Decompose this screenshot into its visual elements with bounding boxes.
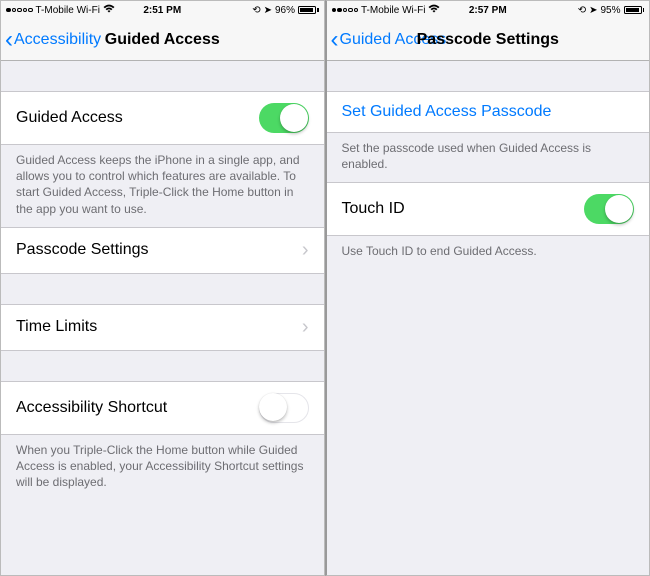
nav-bar: ‹ Guided Access Passcode Settings <box>327 19 650 61</box>
time-limits-label: Time Limits <box>16 318 97 336</box>
wifi-icon <box>428 4 440 16</box>
status-bar: T-Mobile Wi-Fi 2:51 PM ⟲ ➤ 96% <box>1 1 324 19</box>
battery-pct: 96% <box>275 5 295 16</box>
signal-dots-icon <box>6 8 33 13</box>
accessibility-shortcut-switch[interactable] <box>259 393 309 423</box>
content: Guided Access Guided Access keeps the iP… <box>1 61 324 575</box>
location-icon: ➤ <box>264 5 272 16</box>
wifi-icon <box>103 4 115 16</box>
orientation-lock-icon: ⟲ <box>252 5 260 16</box>
battery-icon <box>624 6 645 14</box>
battery-pct: 95% <box>600 5 620 16</box>
clock: 2:51 PM <box>143 5 181 16</box>
carrier-label: T-Mobile Wi-Fi <box>36 5 100 16</box>
orientation-lock-icon: ⟲ <box>578 5 586 16</box>
status-bar: T-Mobile Wi-Fi 2:57 PM ⟲ ➤ 95% <box>327 1 650 19</box>
phone-left: T-Mobile Wi-Fi 2:51 PM ⟲ ➤ 96% ‹ Accessi… <box>0 0 325 576</box>
set-passcode-row[interactable]: Set Guided Access Passcode <box>327 91 650 133</box>
accessibility-shortcut-label: Accessibility Shortcut <box>16 399 167 417</box>
touch-id-footer: Use Touch ID to end Guided Access. <box>327 236 650 269</box>
accessibility-shortcut-row: Accessibility Shortcut <box>1 381 324 435</box>
guided-access-row: Guided Access <box>1 91 324 145</box>
chevron-left-icon: ‹ <box>5 28 13 52</box>
phone-right: T-Mobile Wi-Fi 2:57 PM ⟲ ➤ 95% ‹ Guided … <box>325 0 650 576</box>
touch-id-switch[interactable] <box>584 194 634 224</box>
chevron-left-icon: ‹ <box>331 28 339 52</box>
back-label: Accessibility <box>14 31 101 49</box>
page-title: Passcode Settings <box>417 31 559 49</box>
content: Set Guided Access Passcode Set the passc… <box>327 61 650 575</box>
page-title: Guided Access <box>105 31 220 49</box>
guided-access-label: Guided Access <box>16 109 123 127</box>
guided-access-footer: Guided Access keeps the iPhone in a sing… <box>1 145 324 227</box>
time-limits-row[interactable]: Time Limits › <box>1 304 324 351</box>
accessibility-shortcut-footer: When you Triple-Click the Home button wh… <box>1 435 324 501</box>
guided-access-switch[interactable] <box>259 103 309 133</box>
battery-icon <box>298 6 319 14</box>
touch-id-row: Touch ID <box>327 182 650 236</box>
carrier-label: T-Mobile Wi-Fi <box>361 5 425 16</box>
chevron-right-icon: › <box>302 239 309 262</box>
passcode-settings-row[interactable]: Passcode Settings › <box>1 227 324 274</box>
chevron-right-icon: › <box>302 316 309 339</box>
location-icon: ➤ <box>589 5 597 16</box>
signal-dots-icon <box>332 8 359 13</box>
nav-bar: ‹ Accessibility Guided Access <box>1 19 324 61</box>
passcode-settings-label: Passcode Settings <box>16 241 149 259</box>
clock: 2:57 PM <box>469 5 507 16</box>
back-button[interactable]: ‹ Accessibility <box>1 28 101 52</box>
set-passcode-label: Set Guided Access Passcode <box>342 103 552 121</box>
set-passcode-footer: Set the passcode used when Guided Access… <box>327 133 650 182</box>
touch-id-label: Touch ID <box>342 200 405 218</box>
